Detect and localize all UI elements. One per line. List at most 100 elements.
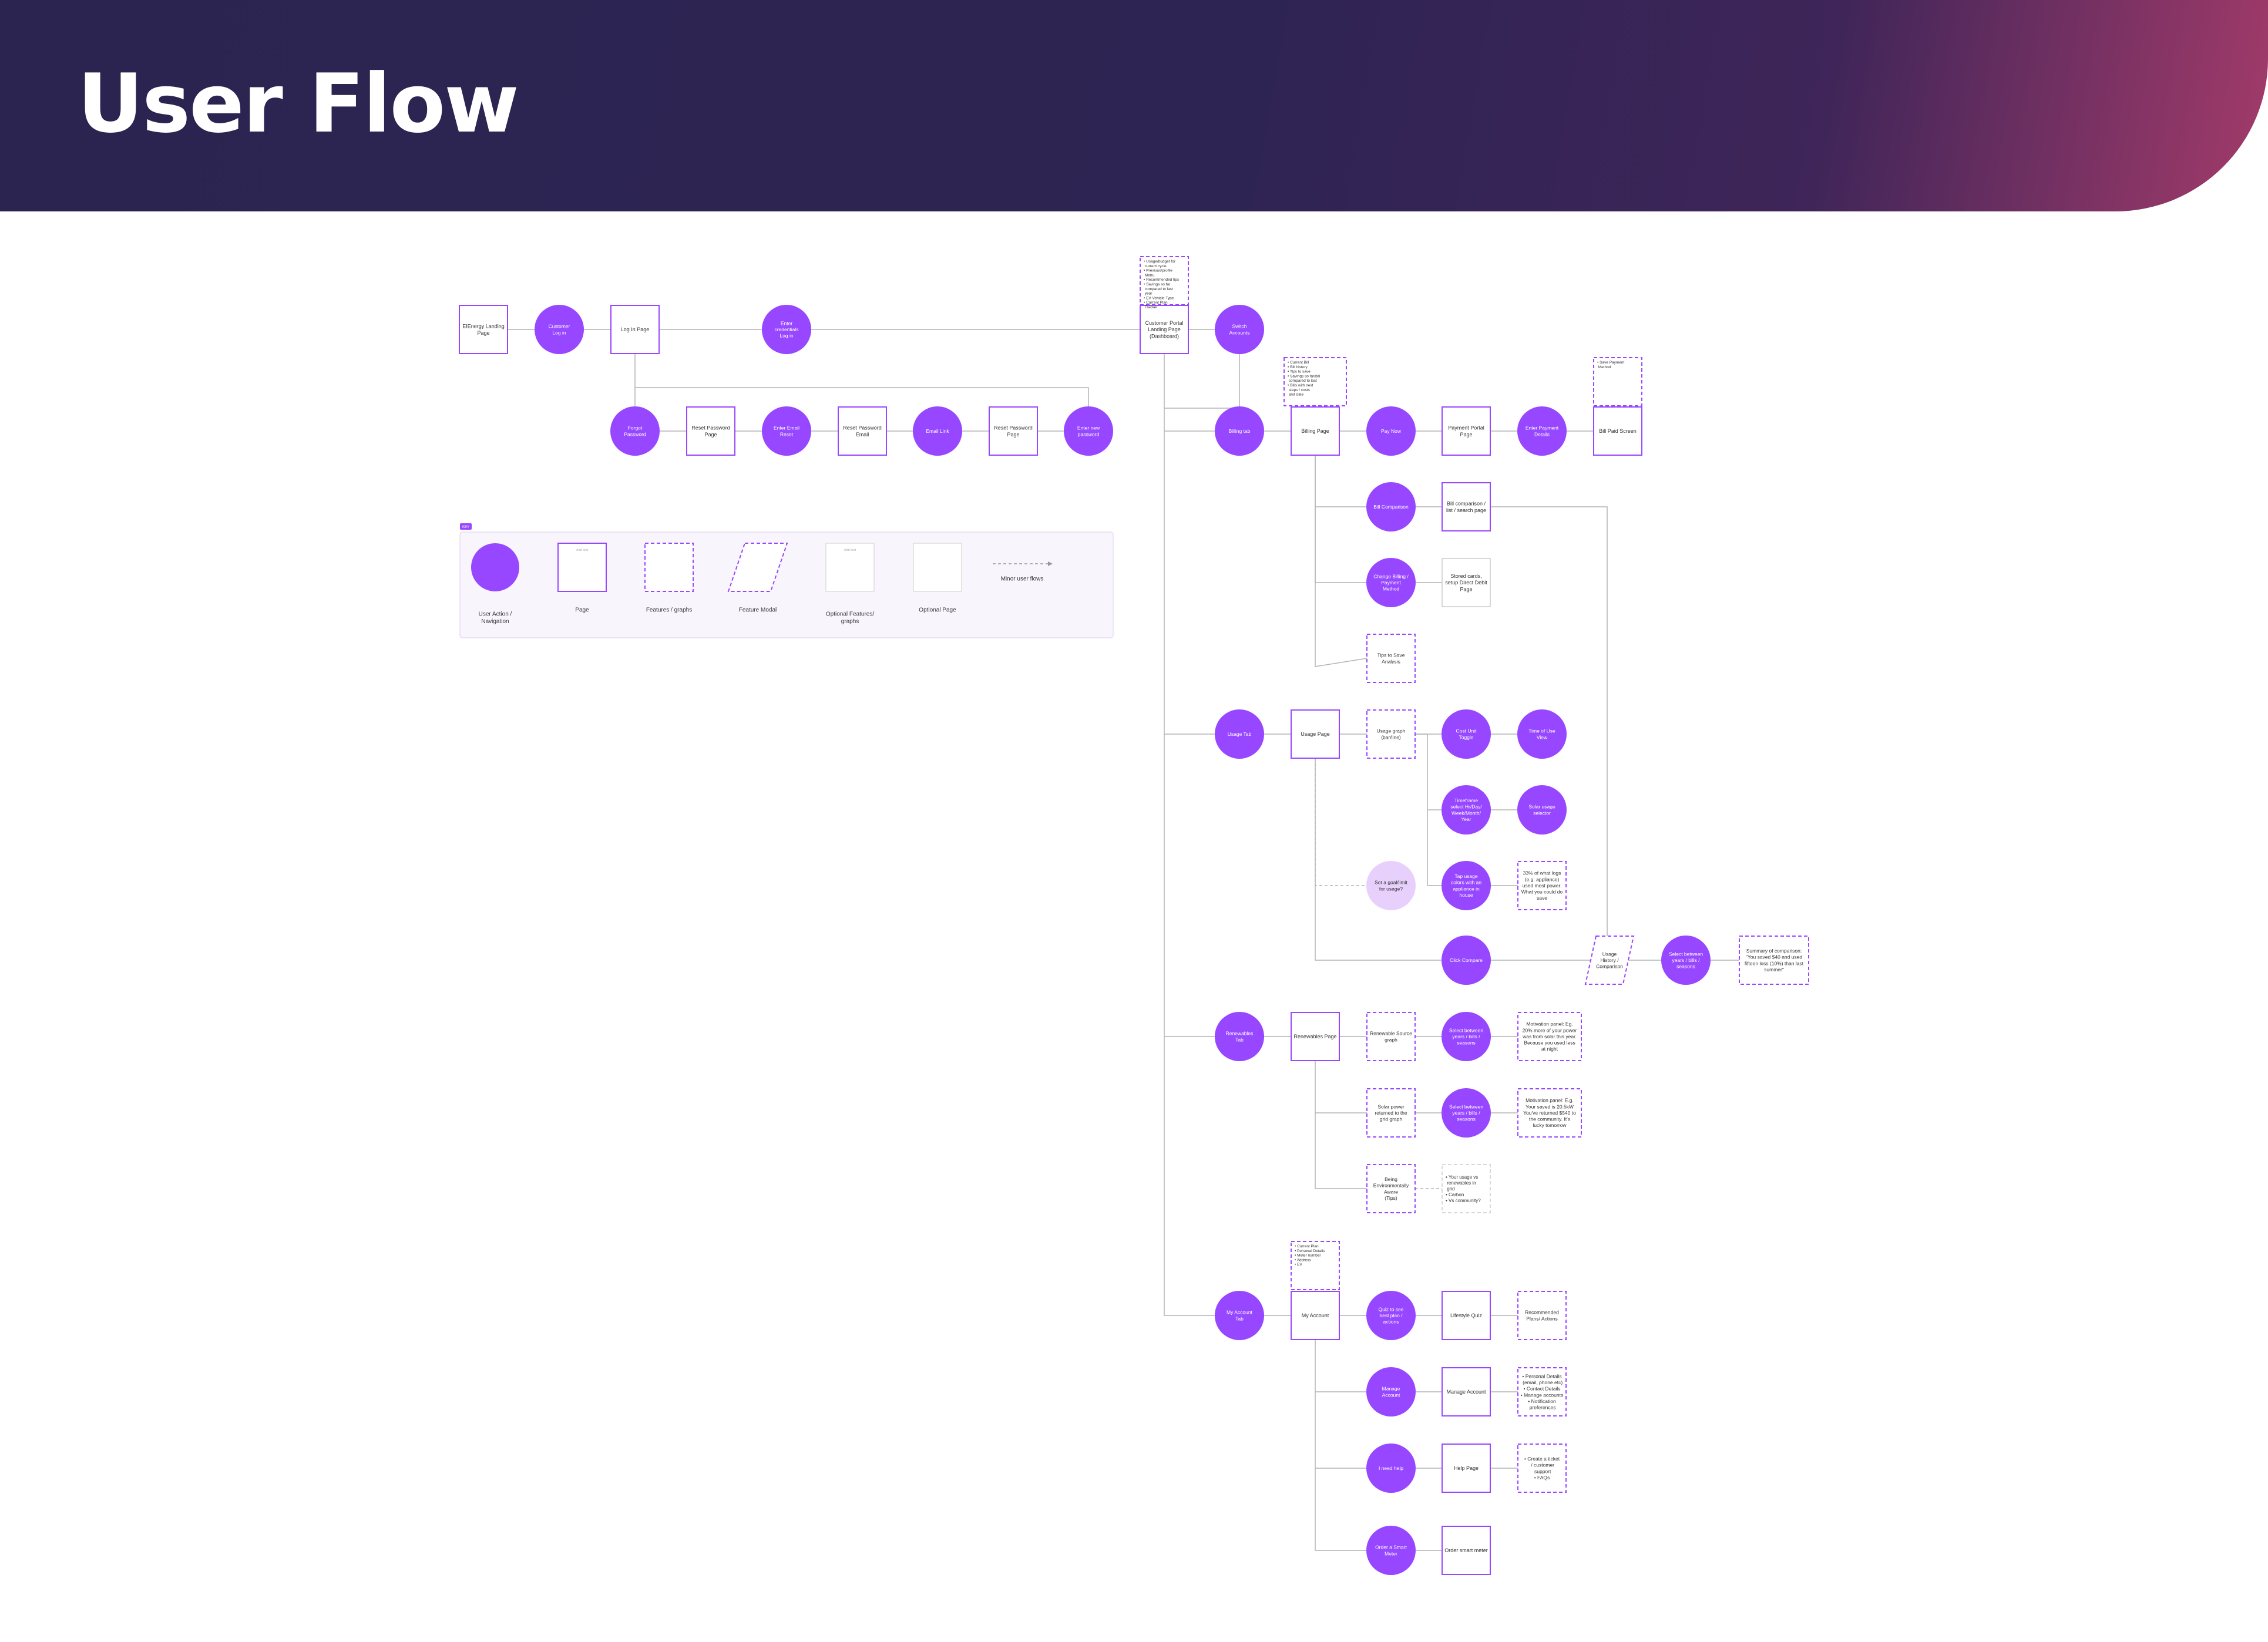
enter-payment-node[interactable]: Enter Payment Details	[1517, 406, 1567, 456]
legend-label: Feature Modal	[739, 607, 777, 614]
reset-pw-page-node[interactable]: Reset Password Page	[686, 406, 735, 456]
portal-landing-node[interactable]: Customer Portal Landing Page (Dashboard)	[1140, 305, 1189, 354]
change-billing-node[interactable]: Change Billing / Payment Method	[1366, 558, 1416, 607]
need-help-node[interactable]: I need help	[1366, 1444, 1416, 1493]
env-note-node[interactable]: • Your usage vs renewables in grid • Carb…	[1442, 1164, 1491, 1213]
time-of-use-node[interactable]: Time of Use View	[1517, 709, 1567, 759]
legend-symbol	[644, 543, 694, 592]
appliance-note-node[interactable]: 33% of what logs (e.g. appliance) used mos…	[1517, 861, 1567, 910]
click-compare-node[interactable]: Click Compare	[1442, 936, 1491, 985]
manage-account-page-node[interactable]: Manage Account	[1442, 1367, 1491, 1416]
node-label: Usage Page	[1301, 731, 1330, 737]
payment-portal-node[interactable]: Payment Portal Page	[1442, 406, 1491, 456]
portal-notes-node[interactable]: • Usage/budget for current cycle • Previo…	[1140, 256, 1189, 309]
bill-comparison-node[interactable]: Bill Comparison	[1366, 482, 1416, 531]
enter-new-pw-node[interactable]: Enter new password	[1064, 406, 1113, 456]
switch-accounts-node[interactable]: Switch Accounts	[1215, 305, 1264, 354]
node-label: Usage Tab	[1228, 731, 1252, 737]
node-label: Manage Account	[1382, 1386, 1400, 1398]
forgot-password-node[interactable]: Forgot Password	[610, 406, 660, 456]
node-label: Pay Now	[1381, 428, 1402, 434]
enter-credentials-node[interactable]: Enter credentials Log in	[762, 305, 811, 354]
legend-label: Minor user flows	[1001, 576, 1044, 583]
bill-paid-node[interactable]: Bill Paid Screen	[1593, 406, 1642, 456]
node-label: My Account	[1302, 1313, 1329, 1318]
node-label: Log In Page	[621, 327, 650, 332]
billing-notes-node[interactable]: • Current Bill • Bill history • Tips to sa…	[1283, 357, 1347, 406]
landing-node[interactable]: EIEnergy Landing Page	[459, 305, 508, 354]
legend-label: Optional Page	[919, 607, 956, 614]
user-flow-diagram: KEY User Action / Navigation Add text Page Fe…	[459, 256, 1809, 1575]
env-awards-node[interactable]: Being Environmentally Aware (Tips)	[1366, 1164, 1416, 1213]
node-label: Order smart meter	[1444, 1547, 1488, 1553]
solar-usage-node[interactable]: Solar usage selector	[1517, 785, 1567, 835]
reset-pw-email-node[interactable]: Reset Password Email	[838, 406, 887, 456]
manage-account-node[interactable]: Manage Account	[1366, 1367, 1416, 1416]
customer-login-node[interactable]: Customer Log in	[535, 305, 584, 354]
select-years-node[interactable]: Select between years / bills / seasons	[1661, 936, 1711, 985]
motivation-2-node[interactable]: Motivation panel: E.g. Your saved is 20.5…	[1517, 1088, 1582, 1138]
connector-line	[1164, 329, 1239, 1316]
motivation-1-node[interactable]: Motivation panel: Eg. 20% more of your po…	[1517, 1012, 1582, 1061]
billing-tab-node[interactable]: Billing tab	[1215, 406, 1264, 456]
usage-page-node[interactable]: Usage Page	[1291, 709, 1340, 759]
help-page-node[interactable]: Help Page	[1442, 1444, 1491, 1493]
select-years-2-node[interactable]: Select between years / bills / seasons	[1442, 1012, 1491, 1061]
my-account-tab-node[interactable]: My Account Tab	[1215, 1291, 1264, 1340]
node-label: Email Link	[926, 428, 949, 434]
order-smart-page-node[interactable]: Order smart meter	[1442, 1526, 1491, 1575]
email-link-node[interactable]: Email Link	[913, 406, 962, 456]
node-label: Manage Account	[1446, 1389, 1486, 1395]
node-label: Set a goal/limit for usage?	[1375, 880, 1407, 892]
tap-usage-node[interactable]: Tap usage colors with an appliance in house	[1442, 861, 1491, 910]
save-payment-note-node[interactable]: • Save Payment Method	[1593, 357, 1642, 406]
node-label: Customer Portal Landing Page (Dashboard)	[1145, 320, 1183, 339]
order-smart-node[interactable]: Order a Smart Meter	[1366, 1526, 1416, 1575]
legend-label: User Action / Navigation	[479, 611, 512, 625]
legend-placeholder: Add text	[844, 549, 856, 552]
account-notes-node[interactable]: • Current Plan • Personal Details • Meter …	[1291, 1241, 1340, 1290]
renewables-page-node[interactable]: Renewables Page	[1291, 1012, 1340, 1061]
connector-line	[1315, 1315, 1391, 1551]
bill-comparison-page-node[interactable]: Bill comparison / list / search page	[1442, 482, 1491, 531]
enter-email-reset-node[interactable]: Enter Email Reset	[762, 406, 811, 456]
connector-line	[1315, 758, 1442, 961]
cost-unit-toggle-node[interactable]: Cost Unit Toggle	[1442, 709, 1491, 759]
recommended-node[interactable]: Recommended Plans/ Actions	[1517, 1291, 1567, 1340]
select-years-3-node[interactable]: Select between years / bills / seasons	[1442, 1088, 1491, 1138]
set-goal-node[interactable]: Set a goal/limit for usage?	[1366, 861, 1416, 910]
usage-history-node[interactable]: Usage History / Comparison	[1584, 936, 1635, 985]
usage-graph-node[interactable]: Usage graph (bar/line)	[1366, 709, 1416, 759]
tips-to-save-node[interactable]: Tips to Save Analysis	[1366, 634, 1416, 683]
node-label: Click Compare	[1450, 957, 1483, 963]
node-label: Renewables Page	[1293, 1034, 1336, 1039]
node-label: I need help	[1379, 1465, 1403, 1471]
node-label: Lifestyle Quiz	[1450, 1313, 1483, 1318]
reset-pw-page2-node[interactable]: Reset Password Page	[989, 406, 1038, 456]
node-label: Enter new password	[1077, 425, 1100, 438]
timeframe-node[interactable]: Timeframe select Hr/Day/Week/Month/Year	[1442, 785, 1491, 835]
legend-item-optional-features: Add textOptional Features/graphs	[825, 543, 875, 625]
renewables-tab-node[interactable]: Renewables Tab	[1215, 1012, 1264, 1061]
my-account-node[interactable]: My Account	[1291, 1291, 1340, 1340]
usage-tab-node[interactable]: Usage Tab	[1215, 709, 1264, 759]
connector-line	[1315, 431, 1367, 667]
summary-comparison-node[interactable]: Summary of comparison: "You saved $40 and…	[1739, 936, 1809, 985]
login-page-node[interactable]: Log In Page	[610, 305, 660, 354]
renewable-graph-node[interactable]: Renewable Source graph	[1366, 1012, 1416, 1061]
stored-cards-node[interactable]: Stored cards, setup Direct Debit Page	[1442, 558, 1491, 607]
legend-label: Features / graphs	[646, 607, 692, 614]
node-label: Bill Paid Screen	[1599, 428, 1637, 434]
manage-notes-node[interactable]: • Personal Details (email, phone etc) • C…	[1517, 1367, 1567, 1416]
solar-returned-node[interactable]: Solar power returned to the grid graph	[1366, 1088, 1416, 1138]
help-notes-node[interactable]: • Create a ticket / customer support • FA…	[1517, 1444, 1567, 1493]
pay-now-node[interactable]: Pay Now	[1366, 406, 1416, 456]
node-label: Bill comparison / list / search page	[1446, 501, 1486, 513]
legend-tag-label: KEY	[462, 526, 469, 529]
quiz-node[interactable]: Quiz to see best plan / actions	[1366, 1291, 1416, 1340]
flow-connectors	[483, 281, 1774, 1551]
lifestyle-quiz-node[interactable]: Lifestyle Quiz	[1442, 1291, 1491, 1340]
billing-page-node[interactable]: Billing Page	[1291, 406, 1340, 456]
legend-symbol	[913, 543, 962, 592]
node-label: Billing Page	[1301, 428, 1329, 434]
